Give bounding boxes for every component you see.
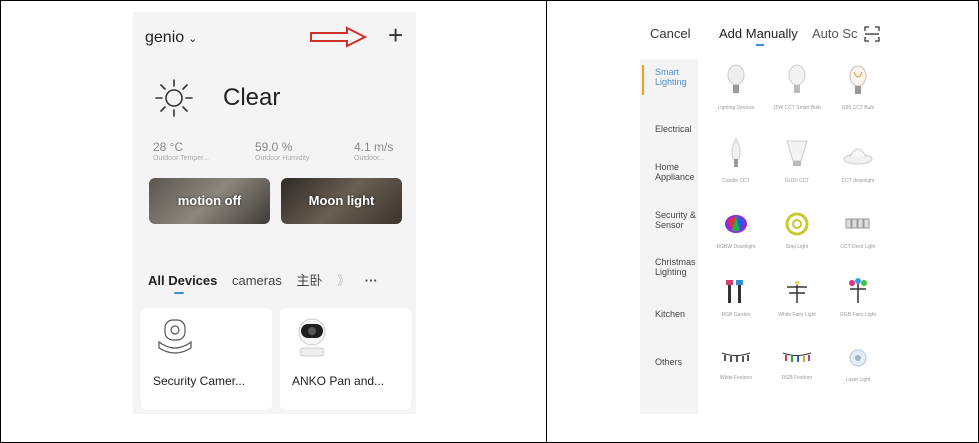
tab-all-devices[interactable]: All Devices bbox=[148, 273, 217, 288]
festoon-icon bbox=[721, 352, 751, 362]
product-cct-downlight[interactable]: CCT downlight bbox=[833, 137, 883, 185]
stat-temperature: 28 °C Outdoor Temper... bbox=[153, 140, 209, 162]
product-rgbw-downlight[interactable]: RGBW Downlight bbox=[711, 211, 761, 251]
cancel-button[interactable]: Cancel bbox=[650, 26, 690, 41]
rgb-festoon-icon bbox=[782, 352, 812, 362]
scene-moon-light[interactable]: Moon light bbox=[281, 178, 402, 224]
tab-more-arrow-icon[interactable]: 》 bbox=[337, 273, 350, 288]
add-device-screen: Cancel Add Manually Auto Sc Smart Lighti… bbox=[640, 12, 892, 414]
category-others[interactable]: Others bbox=[655, 357, 682, 367]
tab-add-manually[interactable]: Add Manually bbox=[719, 26, 798, 41]
tab-cameras[interactable]: cameras bbox=[232, 273, 282, 288]
product-strip-light[interactable]: Strip Light bbox=[772, 211, 822, 251]
product-white-fairy-light[interactable]: White Fairy Light bbox=[772, 277, 822, 319]
scan-icon[interactable] bbox=[864, 26, 880, 42]
active-tab-indicator bbox=[174, 292, 184, 294]
deck-light-icon bbox=[845, 218, 870, 229]
product-15w-cct-bulb[interactable]: 15W CCT Smart Bulb bbox=[772, 64, 822, 112]
tab-auto-scan[interactable]: Auto Sc bbox=[812, 26, 858, 41]
category-home-appliance[interactable]: Home Appliance bbox=[655, 162, 695, 182]
panel-divider bbox=[546, 0, 547, 443]
spot-bulb-icon bbox=[786, 140, 808, 166]
rgb-fairy-light-icon bbox=[849, 278, 867, 303]
fairy-light-icon bbox=[787, 281, 807, 303]
category-smart-lighting[interactable]: Smart Lighting bbox=[655, 67, 695, 87]
laser-light-icon bbox=[849, 349, 867, 367]
tab-master-bedroom[interactable]: 主卧 bbox=[296, 273, 322, 288]
home-screen: genio ⌄ + Clear 28 °C Outdoor Temper... 5… bbox=[133, 12, 416, 414]
product-lighting-devices[interactable]: Lighting Devices bbox=[711, 64, 761, 112]
product-rgb-fairy-light[interactable]: RGB Fairy Light bbox=[833, 277, 883, 319]
rgb-downlight-icon bbox=[725, 215, 747, 233]
candle-bulb-icon bbox=[731, 138, 741, 167]
active-category-indicator bbox=[642, 65, 644, 95]
product-g95-cct-bulb[interactable]: G95 CCT Bulb bbox=[833, 64, 883, 112]
device-card-security-camera[interactable]: Security Camer... bbox=[141, 308, 272, 410]
downlight-icon bbox=[843, 148, 873, 165]
camera-icon bbox=[158, 319, 192, 354]
strip-light-icon bbox=[785, 212, 809, 236]
category-security-sensor[interactable]: Security & Sensor bbox=[655, 210, 697, 230]
bulb-icon bbox=[788, 64, 806, 93]
more-menu-icon[interactable]: ··· bbox=[365, 273, 378, 288]
active-tab-indicator bbox=[756, 44, 764, 46]
product-rgb-festoon[interactable]: RGB Festoon bbox=[772, 348, 822, 382]
product-rgb-garden[interactable]: RGB Garden bbox=[711, 277, 761, 319]
stat-humidity: 59.0 % Outdoor Humidity bbox=[255, 140, 310, 162]
product-candle-cct[interactable]: Candle CCT bbox=[711, 137, 761, 185]
chevron-down-icon: ⌄ bbox=[188, 33, 198, 45]
home-name: genio bbox=[145, 29, 185, 46]
product-laser-light[interactable]: Laser Light bbox=[833, 348, 883, 384]
device-card-anko-camera[interactable]: ANKO Pan and... bbox=[280, 308, 411, 410]
bulb-icon bbox=[727, 64, 745, 93]
product-white-festoon[interactable]: White Festoon bbox=[711, 348, 761, 382]
plus-icon[interactable]: + bbox=[388, 20, 403, 51]
room-tabs: All Devices cameras 主卧 》 ··· bbox=[148, 270, 389, 289]
sun-icon bbox=[155, 79, 193, 117]
weather-condition: Clear bbox=[223, 84, 281, 111]
category-christmas-lighting[interactable]: Christmas Lighting bbox=[655, 257, 696, 277]
category-kitchen[interactable]: Kitchen bbox=[655, 309, 685, 319]
pan-tilt-camera-icon bbox=[298, 318, 326, 357]
home-selector[interactable]: genio ⌄ bbox=[145, 29, 197, 47]
filament-bulb-icon bbox=[849, 65, 867, 94]
stat-wind: 4.1 m/s Outdoor... bbox=[354, 140, 394, 162]
garden-light-icon bbox=[726, 280, 743, 303]
product-cct-deck-light[interactable]: CCT Deck Light bbox=[833, 211, 883, 251]
red-arrow-annotation-icon bbox=[310, 26, 368, 48]
category-electrical[interactable]: Electrical bbox=[655, 124, 692, 134]
scene-motion-off[interactable]: motion off bbox=[149, 178, 270, 224]
product-gu10-cct[interactable]: GU10 CCT bbox=[772, 137, 822, 185]
